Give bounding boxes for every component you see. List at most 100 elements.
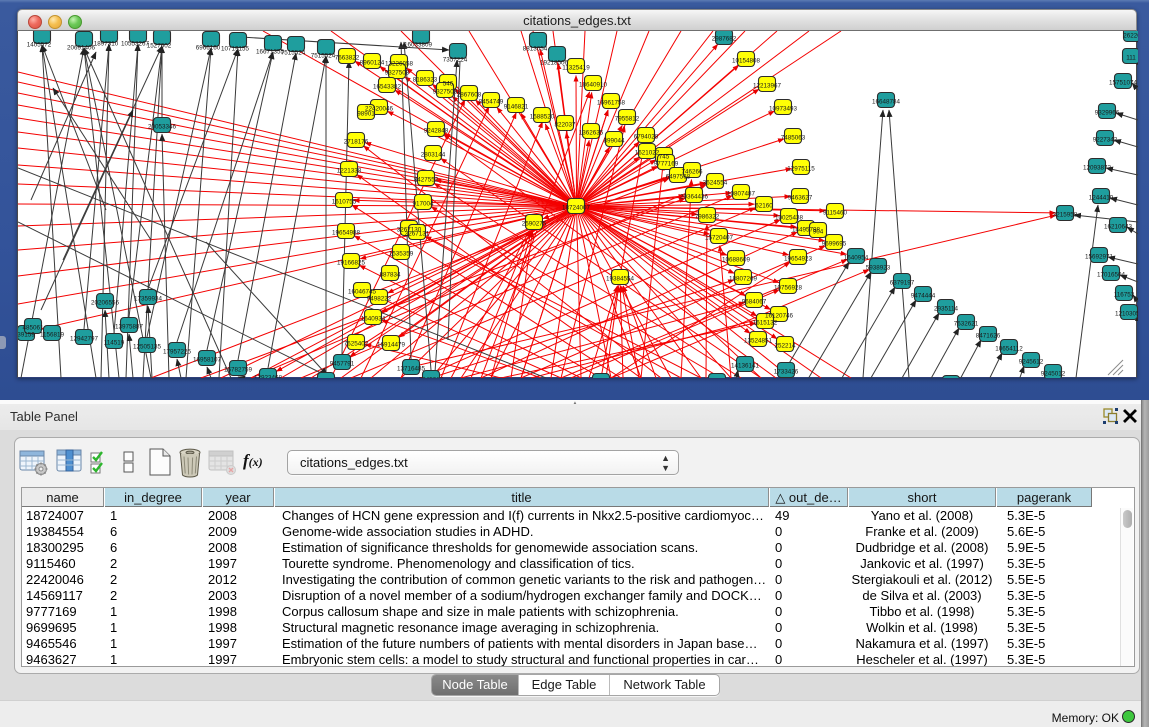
svg-text:9146821: 9146821 [504,103,529,110]
svg-text:7357224: 7357224 [443,57,468,64]
svg-text:116753: 116753 [1114,291,1135,298]
svg-text:3624554: 3624554 [703,179,728,186]
svg-text:13524851: 13524851 [744,337,773,344]
svg-text:20053346: 20053346 [148,123,177,130]
svg-text:18640910: 18640910 [579,81,608,88]
svg-text:10807487: 10807487 [727,190,756,197]
svg-text:13716485: 13716485 [397,365,426,372]
svg-text:8186323: 8186323 [413,76,438,83]
svg-text:12103054: 12103054 [1115,310,1138,317]
svg-text:2935114: 2935114 [934,305,959,312]
svg-text:3267131: 3267131 [405,230,430,237]
svg-text:6379197: 6379197 [890,279,915,286]
svg-text:11325419: 11325419 [562,64,590,71]
svg-text:8471626: 8471626 [976,332,1001,339]
svg-text:8813054: 8813054 [523,46,548,53]
svg-text:7632621: 7632621 [954,320,979,327]
svg-text:822037: 822037 [554,121,576,128]
svg-text:746266: 746266 [681,168,703,175]
svg-text:16782759: 16782759 [224,366,253,373]
svg-text:2987682: 2987682 [712,35,737,42]
svg-text:9498222: 9498222 [367,295,392,302]
svg-text:2590275: 2590275 [522,220,547,227]
svg-text:12213967: 12213967 [753,82,782,89]
svg-text:20364436: 20364436 [680,193,709,200]
svg-text:2867608: 2867608 [457,91,482,98]
svg-text:12942797: 12942797 [70,335,99,342]
svg-text:1640954: 1640954 [844,254,869,261]
svg-text:1615132: 1615132 [753,319,778,326]
svg-text:1610755: 1610755 [332,198,357,205]
svg-text:16961758: 16961758 [597,99,626,106]
svg-text:19654923: 19654923 [784,255,813,262]
svg-text:9329966: 9329966 [1095,109,1120,116]
svg-text:917004: 917004 [412,200,434,207]
svg-text:26220: 26220 [1123,32,1138,39]
svg-text:5938923: 5938923 [866,264,891,271]
svg-text:1405572: 1405572 [27,42,52,49]
svg-text:9699695: 9699695 [822,240,847,247]
svg-text:10688609: 10688609 [722,256,751,263]
svg-text:1362635: 1362635 [579,129,604,136]
svg-text:20206556: 20206556 [91,299,120,306]
svg-text:62160: 62160 [755,202,773,209]
svg-text:1244419: 1244419 [1089,194,1114,201]
svg-text:12923468: 12923468 [254,374,283,378]
svg-text:9242848: 9242848 [424,127,449,134]
svg-text:6794028: 6794028 [634,133,659,140]
svg-text:1588520: 1588520 [530,113,555,120]
svg-text:485061: 485061 [22,324,44,331]
svg-text:1733426: 1733426 [774,368,799,375]
svg-text:7955812: 7955812 [615,115,640,122]
svg-text:16648784: 16648784 [872,98,901,105]
svg-text:10553267: 10553267 [121,41,150,48]
svg-text:10654112: 10654112 [995,345,1023,352]
svg-text:9227342: 9227342 [1093,136,1118,143]
svg-text:7625402: 7625402 [344,340,369,347]
svg-text:16958107: 16958107 [193,356,222,363]
svg-text:1621022: 1621022 [635,149,660,156]
svg-text:8427552: 8427552 [414,176,439,183]
svg-text:19654988: 19654988 [332,229,361,236]
svg-text:2803144: 2803144 [421,151,446,158]
svg-text:17016504: 17016504 [1097,271,1126,278]
svg-text:16543382: 16543382 [373,83,402,90]
svg-text:9463627: 9463627 [788,194,813,201]
svg-text:10973493: 10973493 [769,105,798,112]
svg-text:1640934: 1640934 [361,315,386,322]
svg-text:98901: 98901 [357,110,375,117]
svg-text:1527602: 1527602 [147,43,172,50]
svg-text:904: 904 [813,228,824,235]
svg-text:1156819: 1156819 [40,331,65,338]
svg-text:8960124: 8960124 [360,59,385,66]
svg-text:9777169: 9777169 [654,160,679,167]
svg-text:899044: 899044 [603,137,625,144]
svg-text:12093872: 12093872 [1083,164,1112,171]
svg-text:8454749: 8454749 [479,98,504,105]
svg-text:6966160: 6966160 [196,45,221,52]
svg-text:19384554: 19384554 [606,275,635,282]
svg-text:7986322: 7986322 [695,213,720,220]
svg-text:7515524: 7515524 [311,53,336,60]
svg-text:9327508: 9327508 [433,88,458,95]
svg-text:15720407: 15720407 [705,234,734,241]
svg-text:16120746: 16120746 [765,312,794,319]
svg-text:18807269: 18807269 [729,275,758,282]
svg-text:546: 546 [443,80,454,87]
svg-text:9684067: 9684067 [742,298,767,305]
svg-text:13975887: 13975887 [115,323,144,330]
svg-text:9245612: 9245612 [1019,358,1044,365]
svg-text:15692971: 15692971 [1085,253,1114,260]
svg-text:1221338: 1221338 [337,167,362,174]
svg-text:7663822: 7663822 [335,54,360,61]
svg-text:16914479: 16914479 [377,341,406,348]
svg-text:111: 111 [1126,54,1136,61]
svg-text:3215958: 3215958 [1053,211,1078,218]
svg-text:9474444: 9474444 [911,292,936,299]
svg-text:20691406: 20691406 [67,45,96,52]
svg-text:2718176: 2718176 [344,138,369,145]
svg-text:13226058: 13226058 [385,60,414,67]
svg-text:16046745: 16046745 [348,288,377,295]
svg-text:12975115: 12975115 [787,165,815,172]
svg-text:12505135: 12505135 [133,343,162,350]
